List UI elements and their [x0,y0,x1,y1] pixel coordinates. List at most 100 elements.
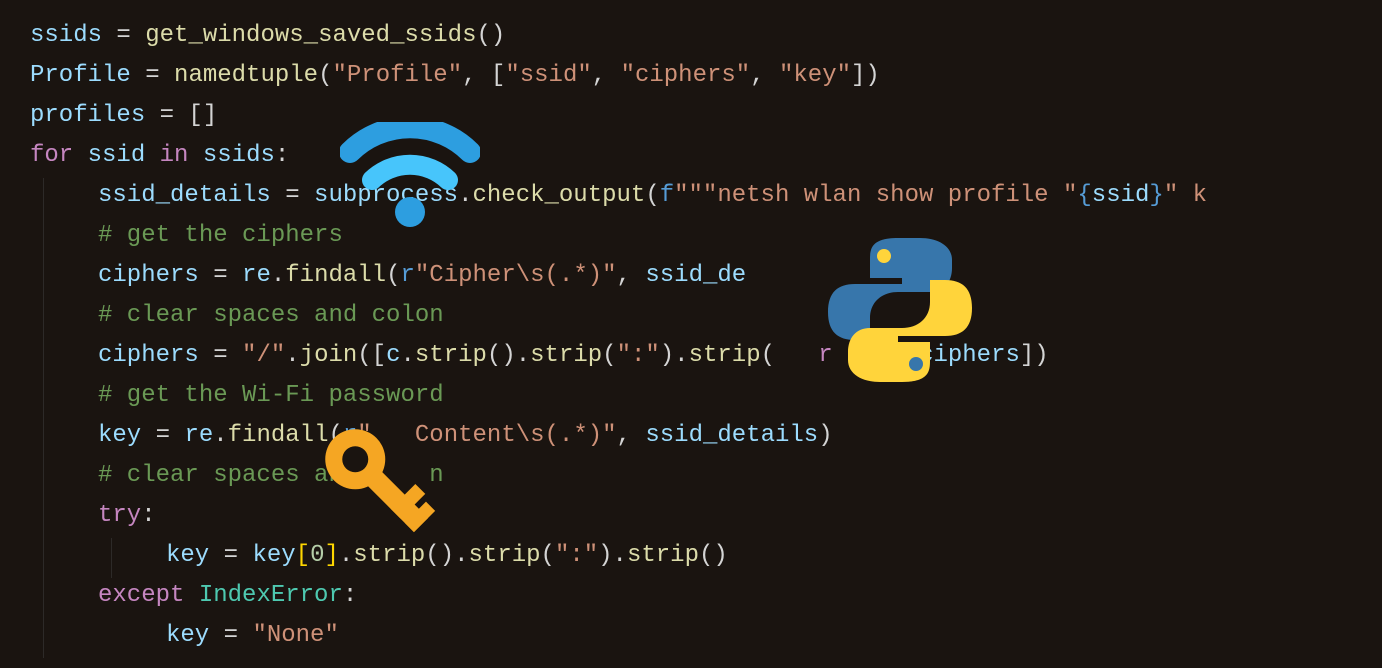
keyword: in [160,142,189,169]
colon: : [275,142,289,169]
string: ":" [617,342,660,369]
paren: ( [761,342,819,369]
paren: () [699,542,728,569]
code-line-14[interactable]: key = key[0].strip().strip(":").strip() [30,536,1382,576]
string: " k [1164,182,1207,209]
keyword: in [876,342,905,369]
delimiter: , [ [462,62,505,89]
string: "ssid" [505,62,591,89]
code-line-16[interactable]: key = "None" [30,616,1382,656]
paren: ( [386,262,400,289]
paren: ( [318,62,332,89]
dot: . [285,342,299,369]
operator: = [131,62,174,89]
string: "Cipher\s(.*)" [415,262,617,289]
colon: : [343,582,357,609]
code-line-5[interactable]: ssid_details = subprocess.check_output(f… [30,176,1382,216]
code-line-2[interactable]: Profile = namedtuple("Profile", ["ssid",… [30,56,1382,96]
code-line-13[interactable]: try: [30,496,1382,536]
space [188,142,202,169]
code-line-4[interactable]: for ssid in ssids: [30,136,1382,176]
paren: ]) [1020,342,1049,369]
code-line-7[interactable]: ciphers = re.findall(r"Cipher\s(.*)", ss… [30,256,1382,296]
fstring-prefix: f [660,182,674,209]
variable: ciphers [919,342,1020,369]
function-call: strip [353,542,425,569]
dot: . [401,342,415,369]
string: "None" [252,622,338,649]
delimiter: , [617,262,646,289]
paren: ( [541,542,555,569]
function-call: findall [285,262,386,289]
comment: # get the Wi-Fi password [98,382,444,409]
code-line-3[interactable]: profiles = [] [30,96,1382,136]
variable: ssids [203,142,275,169]
code-line-1[interactable]: ssids = get_windows_saved_ssids() [30,16,1382,56]
raw-prefix: r [343,422,357,449]
function-call: check_output [472,182,645,209]
comment: # clear spaces and colon [98,302,444,329]
variable: c [386,342,400,369]
delimiter: , [750,62,779,89]
keyword: try [98,502,141,529]
variable: ssid_details [98,182,271,209]
keyword: for [30,142,73,169]
space [861,342,875,369]
code-line-9[interactable]: ciphers = "/".join([c.strip().strip(":")… [30,336,1382,376]
function-call: strip [689,342,761,369]
dot: . [213,422,227,449]
dot: . [271,262,285,289]
operator: = [209,622,252,649]
code-line-8[interactable]: # clear spaces and colon [30,296,1382,336]
comment: # clear spaces and n [98,462,444,489]
variable: ciphers [98,262,199,289]
string: "key" [779,62,851,89]
function-call: get_windows_saved_ssids [145,22,476,49]
paren: ( [602,342,616,369]
space [184,582,198,609]
comment: # get the ciphers [98,222,343,249]
function-call: namedtuple [174,62,318,89]
variable: key [166,622,209,649]
code-line-12[interactable]: # clear spaces and n [30,456,1382,496]
code-line-10[interactable]: # get the Wi-Fi password [30,376,1382,416]
string: "Profile" [332,62,462,89]
delimiter: , [617,422,646,449]
paren: (). [487,342,530,369]
space [145,142,159,169]
operator: = [199,262,242,289]
operator: = [141,422,184,449]
space [73,142,87,169]
operator: = [271,182,314,209]
code-line-6[interactable]: # get the ciphers [30,216,1382,256]
variable: ssid_details [645,422,818,449]
code-line-15[interactable]: except IndexError: [30,576,1382,616]
module: re [184,422,213,449]
space [833,342,847,369]
module: subprocess [314,182,458,209]
number: 0 [310,542,324,569]
embedded-var: ssid [1092,182,1150,209]
variable: ssid [88,142,146,169]
paren: ). [598,542,627,569]
operator: = [209,542,252,569]
class-name: IndexError [199,582,343,609]
bracket: ] [324,542,338,569]
variable: key [252,542,295,569]
function-call: strip [469,542,541,569]
variable: ssids [30,22,102,49]
module: re [242,262,271,289]
dot: . [458,182,472,209]
parens: () [477,22,506,49]
string: "/" [242,342,285,369]
colon: : [141,502,155,529]
variable: c [847,342,861,369]
operator: = [] [145,102,217,129]
variable: key [166,542,209,569]
variable: ciphers [98,342,199,369]
code-line-11[interactable]: key = re.findall(r" Content\s(.*)", ssid… [30,416,1382,456]
paren: (). [425,542,468,569]
delimiter: , [592,62,621,89]
operator: = [102,22,145,49]
keyword: r [818,342,832,369]
